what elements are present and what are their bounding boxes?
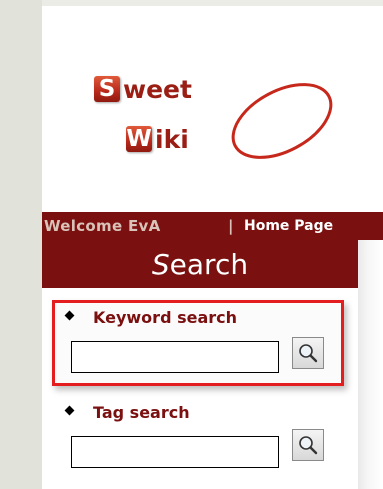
sweetwiki-logo[interactable]: S weet W iki xyxy=(42,6,383,206)
keyword-search-button[interactable] xyxy=(292,337,324,369)
home-page-link[interactable]: Home Page xyxy=(244,216,333,236)
keyword-search-label: Keyword search xyxy=(93,308,238,327)
logo-letter-s: S xyxy=(94,76,120,102)
welcome-bar: Welcome EvA | Home Page xyxy=(42,212,383,240)
welcome-text: Welcome EvA xyxy=(44,217,161,235)
magnifier-icon xyxy=(299,436,318,455)
panel-right-shadow xyxy=(358,240,383,489)
search-title-initial: S xyxy=(151,248,170,281)
logo-oval-swoosh xyxy=(231,83,333,159)
magnifier-icon xyxy=(299,344,318,363)
left-margin-strip xyxy=(0,0,42,489)
logo-letter-w: W xyxy=(126,126,152,152)
tag-search-label: Tag search xyxy=(93,403,190,422)
search-panel-title: Search xyxy=(42,247,358,283)
tag-search-input[interactable] xyxy=(71,436,279,468)
header-separator: | xyxy=(228,217,234,235)
tag-bullet-icon xyxy=(64,405,75,416)
search-panel-header: Search xyxy=(42,240,358,288)
keyword-search-input[interactable] xyxy=(71,341,279,373)
tag-search-button[interactable] xyxy=(292,429,324,461)
search-title-rest: earch xyxy=(169,248,249,281)
logo-text-weet: weet xyxy=(123,75,192,104)
logo-text-iki: iki xyxy=(155,125,189,154)
